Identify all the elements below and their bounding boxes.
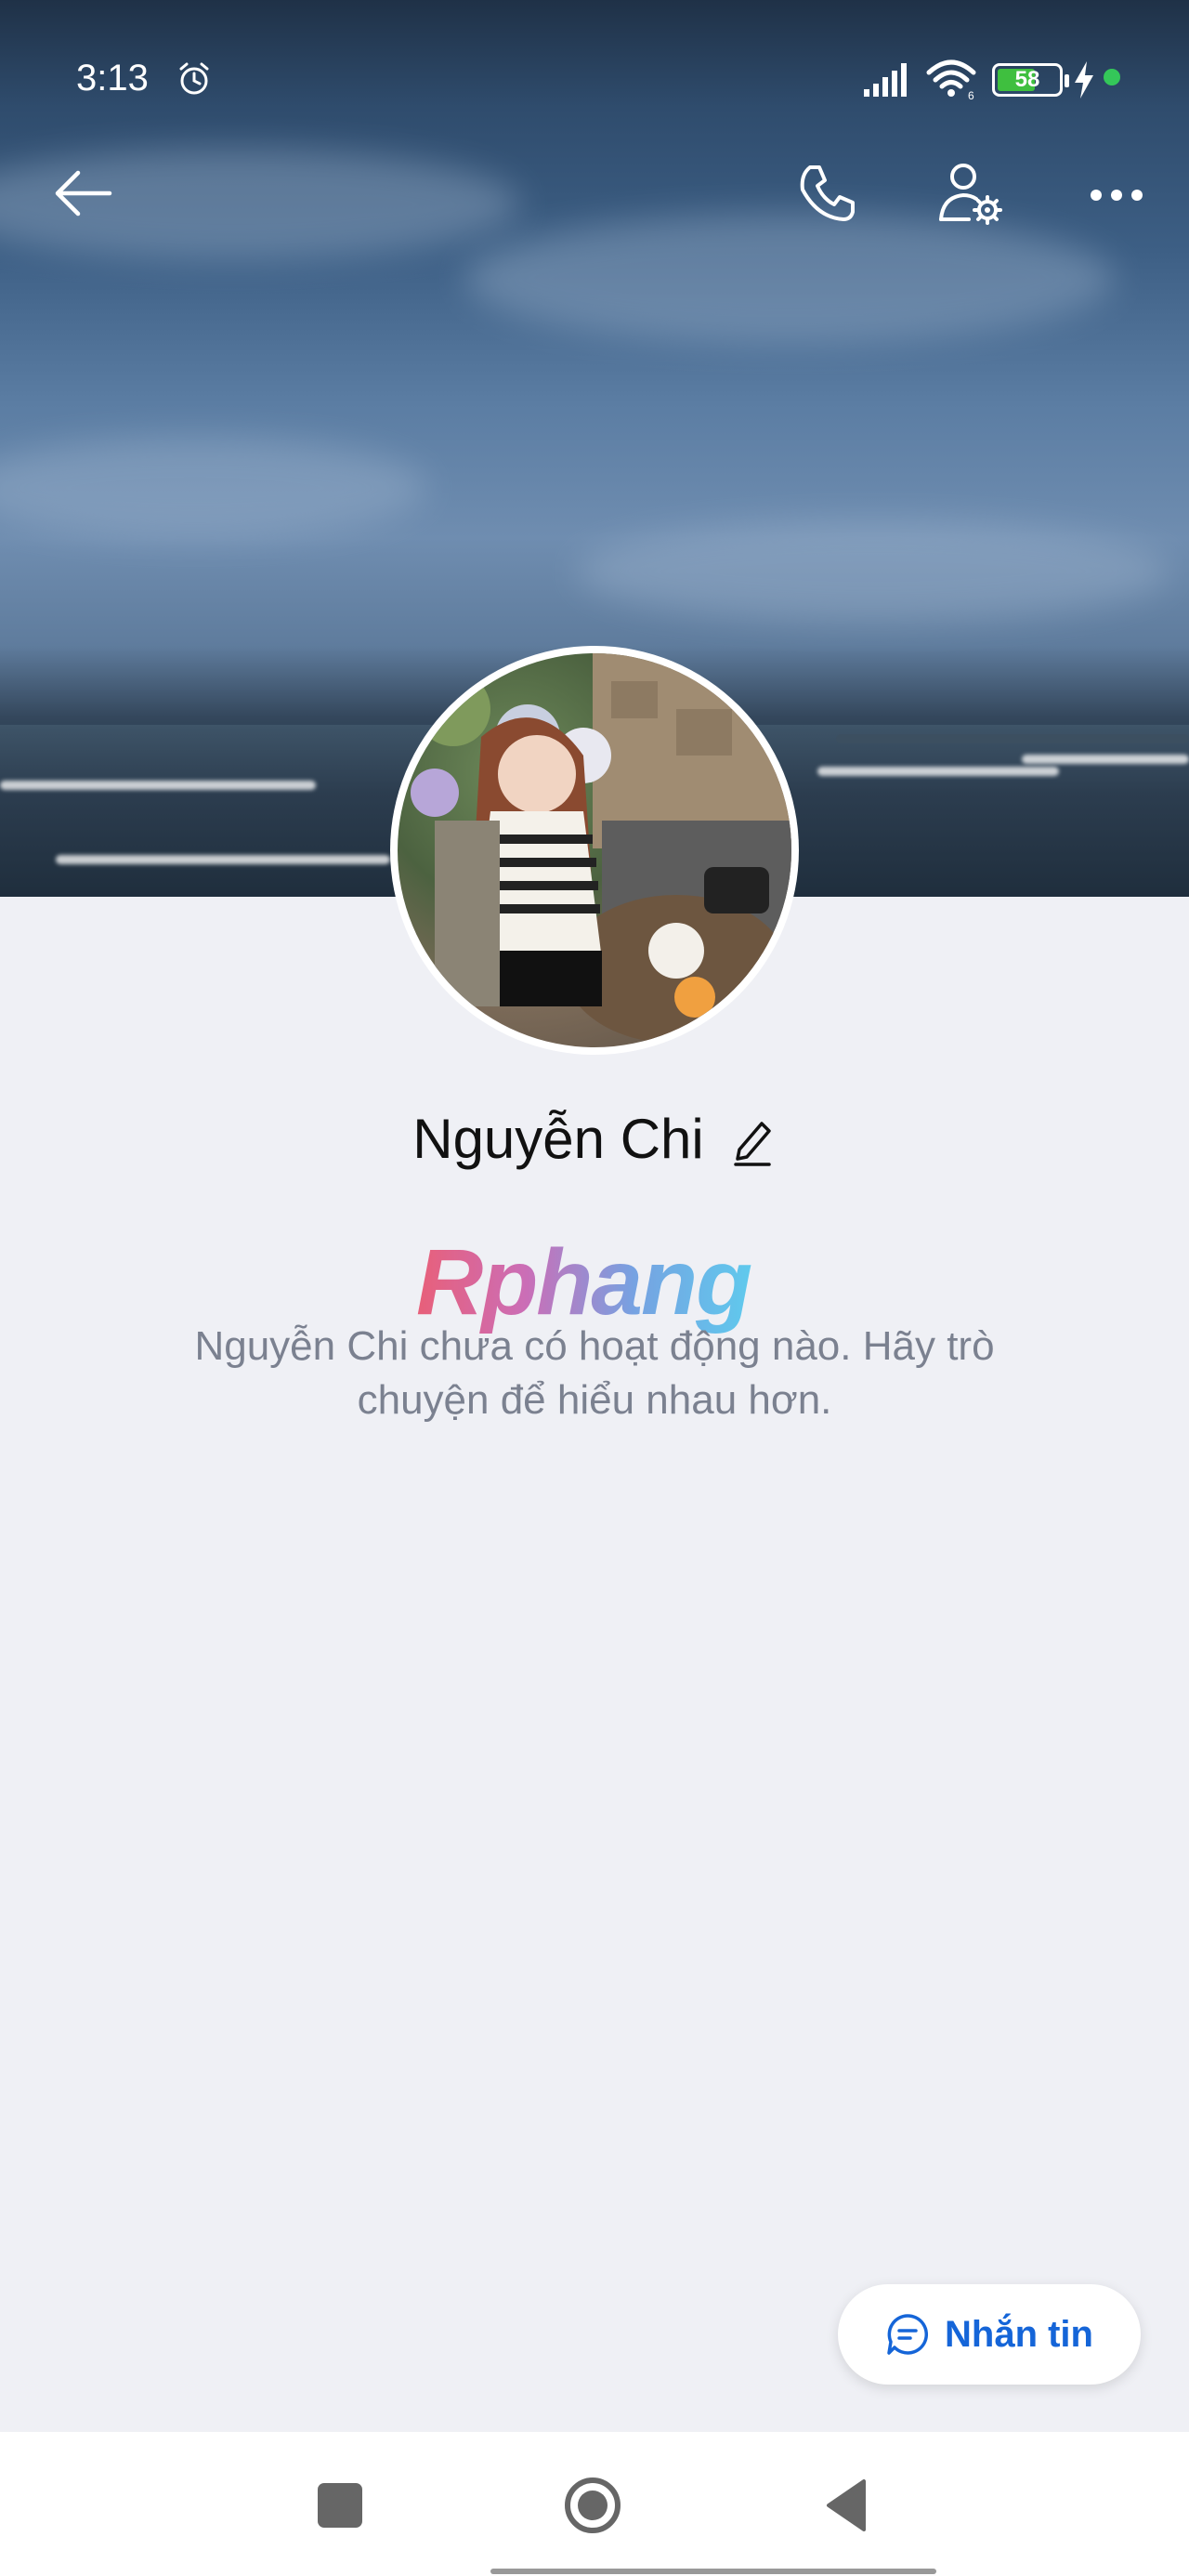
empty-activity-message: Nguyễn Chi chưa có hoạt động nào. Hãy tr… [194,1323,995,1423]
cover-cloud [0,437,427,539]
more-icon[interactable] [1079,156,1154,230]
cover-cloud [576,520,1170,623]
cover-wave [1022,755,1189,764]
phone-icon[interactable] [790,156,864,230]
back-arrow-icon[interactable] [46,156,121,230]
wifi-icon: 6 [926,59,976,100]
svg-text:6: 6 [968,89,974,100]
cover-wave [56,855,390,864]
cover-horizon [836,734,1189,743]
battery-nub [1065,74,1069,87]
cover-wave [817,767,1059,776]
watermark-logo: Rphang [416,1231,778,1334]
battery-level: 58 [1014,67,1040,92]
edit-pencil-icon[interactable] [728,1111,777,1166]
cover-wave [0,781,316,790]
profile-name: Nguyễn Chi [412,1107,704,1170]
home-circle-icon[interactable] [563,2476,622,2535]
charging-icon [1075,61,1093,99]
alarm-icon [179,62,209,95]
user-settings-icon[interactable] [934,156,1008,230]
back-triangle-icon[interactable] [821,2477,877,2533]
chat-bubble-icon [887,2314,929,2355]
status-time: 3:13 [76,58,149,99]
message-button-label: Nhắn tin [945,2313,1093,2355]
profile-name-row: Nguyễn Chi [0,1097,1189,1180]
active-dot [1104,69,1120,85]
cover-cloud [464,214,1115,344]
battery-icon: 58 [992,63,1069,97]
recents-square-icon[interactable] [318,2483,362,2528]
status-bar: 3:13 6 58 [0,0,1189,158]
message-button[interactable]: Nhắn tin [838,2284,1141,2385]
avatar[interactable] [398,653,791,1047]
gesture-bar[interactable] [490,2569,936,2574]
signal-icon [864,63,907,97]
avatar-photo [411,653,791,1044]
